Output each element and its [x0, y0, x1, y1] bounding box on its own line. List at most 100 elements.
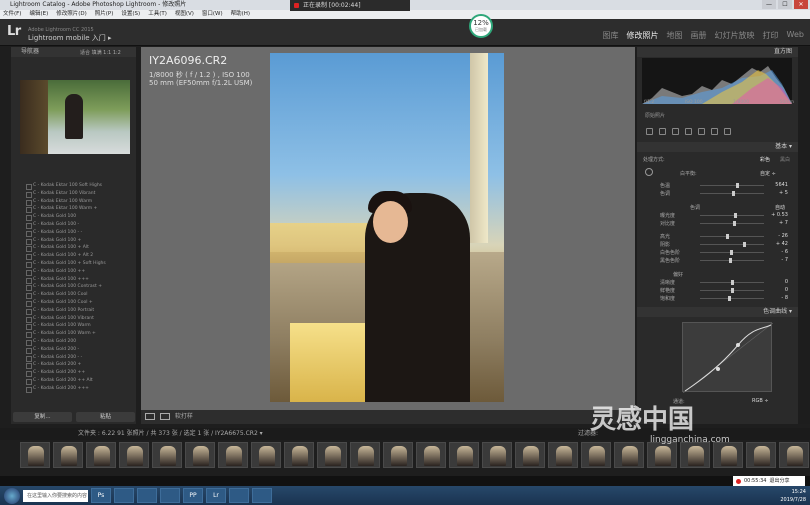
taskbar-app-other[interactable] — [229, 488, 249, 503]
spot-removal-icon[interactable] — [672, 128, 679, 135]
module-print[interactable]: 打印 — [763, 30, 779, 41]
preset-item[interactable]: C - Kodak Ektar 100 Vibrant — [13, 190, 135, 198]
graduated-filter-icon[interactable] — [698, 128, 705, 135]
filmstrip-thumb[interactable] — [515, 442, 545, 468]
before-after-icon[interactable] — [159, 413, 170, 420]
filmstrip-thumb[interactable] — [416, 442, 446, 468]
curve-point[interactable] — [716, 367, 720, 371]
filmstrip-thumb[interactable] — [152, 442, 182, 468]
curve-point[interactable] — [736, 343, 740, 347]
record-icon[interactable] — [294, 3, 299, 8]
histogram-header[interactable]: 直方图 — [637, 47, 798, 57]
filmstrip-thumb[interactable] — [86, 442, 116, 468]
preset-item[interactable]: C - Kodak Gold 200 + — [13, 361, 135, 370]
tone-auto-button[interactable]: 自动 — [775, 204, 785, 211]
slider-track[interactable] — [700, 236, 764, 237]
preset-item[interactable]: C - Kodak Gold 200 ++ — [13, 369, 135, 377]
preset-item[interactable]: C - Kodak Gold 200 - — [13, 346, 135, 354]
slider-track[interactable] — [700, 185, 764, 186]
filmstrip-thumb[interactable] — [251, 442, 281, 468]
wb-dropdown[interactable]: 自定 ÷ — [760, 170, 776, 177]
filmstrip-thumb[interactable] — [218, 442, 248, 468]
loupe-view-icon[interactable] — [145, 413, 155, 420]
filmstrip-thumb[interactable] — [185, 442, 215, 468]
module-map[interactable]: 地图 — [667, 30, 683, 41]
filmstrip-thumb[interactable] — [449, 442, 479, 468]
paste-button[interactable]: 粘贴 — [76, 412, 135, 422]
preset-item[interactable]: C - Kodak Gold 100 Cool — [13, 291, 135, 299]
preset-item[interactable]: C - Kodak Gold 100 Portrait — [13, 307, 135, 315]
preset-item[interactable]: C - Kodak Gold 100 - - — [13, 229, 135, 237]
slider-knob[interactable] — [731, 288, 734, 293]
adjustment-brush-icon[interactable] — [724, 128, 731, 135]
menu-view[interactable]: 视图(V) — [175, 10, 194, 19]
taskbar-app-browser[interactable] — [137, 488, 157, 503]
original-photo-checkbox[interactable]: 原始照片 — [645, 112, 665, 119]
close-button[interactable]: ✕ — [794, 0, 808, 9]
preset-item[interactable]: C - Kodak Ektar 100 Warm — [13, 198, 135, 206]
preset-item[interactable]: C - Kodak Gold 100 ++ — [13, 268, 135, 276]
radial-filter-icon[interactable] — [711, 128, 718, 135]
filmstrip-thumb[interactable] — [482, 442, 512, 468]
menu-photo[interactable]: 照片(P) — [95, 10, 114, 19]
preset-item[interactable]: C - Kodak Gold 100 + — [13, 237, 135, 245]
navigator-preview[interactable] — [20, 80, 130, 154]
filmstrip-thumb[interactable] — [383, 442, 413, 468]
channel-dropdown[interactable]: RGB ÷ — [752, 398, 769, 404]
preset-item[interactable]: C - Kodak Gold 100 + Soft Highs — [13, 260, 135, 268]
taskbar-app-lightroom[interactable]: Lr — [206, 488, 226, 503]
menu-develop[interactable]: 修改照片(D) — [56, 10, 87, 19]
crop-icon[interactable] — [659, 128, 666, 135]
menu-help[interactable]: 帮助(H) — [231, 10, 250, 19]
slider-value[interactable]: - 8 — [766, 295, 788, 301]
taskbar-app-photoshop[interactable]: Ps — [91, 488, 111, 503]
histogram[interactable] — [642, 58, 792, 104]
wb-picker-icon[interactable] — [645, 168, 653, 176]
slider-track[interactable] — [700, 244, 764, 245]
preset-item[interactable]: C - Kodak Gold 200 ++ Alt — [13, 377, 135, 385]
slider-value[interactable]: 5641 — [766, 182, 788, 188]
preset-item[interactable]: C - Kodak Gold 100 — [13, 213, 135, 221]
filmstrip-thumb[interactable] — [317, 442, 347, 468]
tone-curve[interactable] — [682, 322, 774, 394]
treatment-color[interactable]: 彩色 — [760, 156, 770, 163]
slider-knob[interactable] — [736, 183, 740, 188]
preset-item[interactable]: C - Kodak Gold 100 + Alt — [13, 244, 135, 253]
slider-knob[interactable] — [729, 258, 733, 263]
slider-value[interactable]: + 42 — [766, 241, 788, 247]
red-eye-icon[interactable] — [685, 128, 692, 135]
slider-value[interactable]: + 5 — [766, 190, 788, 196]
softproof-checkbox[interactable]: 软打样 — [175, 413, 193, 420]
preset-item[interactable]: C - Kodak Gold 100 - — [13, 221, 135, 229]
slider-knob[interactable] — [732, 221, 736, 226]
slider-value[interactable]: + 0.53 — [766, 212, 788, 218]
slider-value[interactable]: - 26 — [766, 233, 788, 239]
preset-item[interactable]: C - Kodak Gold 100 Warm — [13, 322, 135, 331]
preset-item[interactable]: C - Kodak Gold 100 +++ — [13, 276, 135, 284]
slider-track[interactable] — [700, 215, 764, 216]
tone-curve-header[interactable]: 色调曲线 ▾ — [637, 307, 798, 317]
filmstrip-thumb[interactable] — [20, 442, 50, 468]
slider-value[interactable]: - 7 — [766, 257, 788, 263]
module-develop[interactable]: 修改照片 — [627, 30, 659, 41]
slider-knob[interactable] — [742, 242, 746, 247]
taskbar-app-wechat[interactable] — [114, 488, 134, 503]
main-photo[interactable] — [270, 53, 504, 402]
maximize-button[interactable]: ☐ — [778, 0, 792, 9]
menu-window[interactable]: 窗口(W) — [202, 10, 223, 19]
slider-value[interactable]: 0 — [766, 287, 788, 293]
preset-item[interactable]: C - Kodak Gold 100 Warm + — [13, 330, 135, 338]
slider-value[interactable]: 0 — [766, 279, 788, 285]
preset-item[interactable]: C - Kodak Gold 100 Contrast + — [13, 283, 135, 292]
module-library[interactable]: 图库 — [603, 30, 619, 41]
preset-item[interactable]: C - Kodak Ektar 100 Warm + — [13, 205, 135, 214]
slider-knob[interactable] — [729, 250, 733, 255]
identity-plate[interactable]: Lightroom mobile 入门 ▸ — [28, 33, 112, 43]
preset-item[interactable]: C - Kodak Gold 100 + Alt 2 — [13, 252, 135, 260]
preset-item[interactable]: C - Kodak Gold 200 — [13, 338, 135, 346]
preset-item[interactable]: C - Kodak Gold 200 - - — [13, 354, 135, 362]
slider-value[interactable]: + 7 — [766, 220, 788, 226]
filmstrip-thumb[interactable] — [350, 442, 380, 468]
module-slideshow[interactable]: 幻灯片放映 — [715, 30, 755, 41]
slider-track[interactable] — [700, 298, 764, 299]
